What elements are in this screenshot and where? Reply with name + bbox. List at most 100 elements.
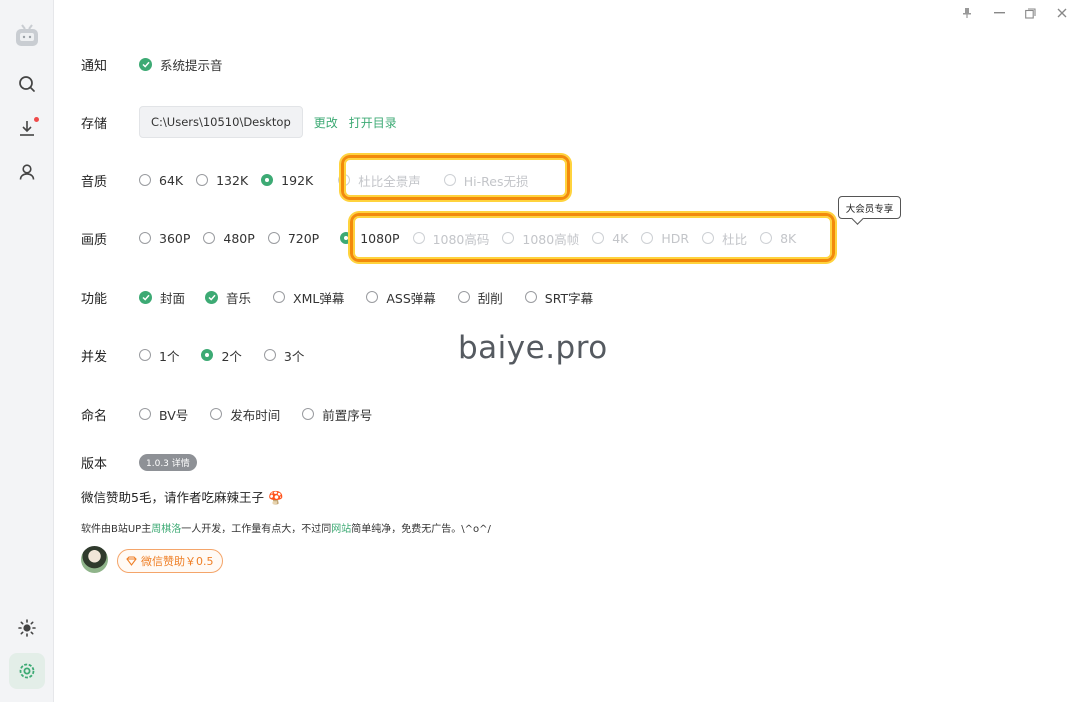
- video-highlight-box: [350, 213, 835, 262]
- storage-row: 存储 C:\Users\10510\Desktop 更改 打开目录: [81, 106, 1060, 138]
- audio-label: 音质: [81, 174, 108, 190]
- radio-icon: [263, 349, 276, 361]
- concurrency-option-2[interactable]: 2个: [201, 346, 242, 365]
- note-text: 一人开发，工作量有点大，不过同: [181, 524, 332, 535]
- author-link[interactable]: 周棋洛: [151, 524, 181, 535]
- download-icon[interactable]: [9, 110, 45, 146]
- option-label: 192K: [281, 172, 314, 188]
- radio-icon: [139, 408, 151, 420]
- app-logo-icon: [9, 18, 45, 54]
- radio-icon: [139, 349, 151, 361]
- concurrency-option-1[interactable]: 1个: [139, 346, 179, 365]
- features-label: 功能: [81, 291, 108, 307]
- system-sound-label: 系统提示音: [160, 57, 223, 73]
- radio-icon: [196, 174, 209, 186]
- naming-option-bv[interactable]: BV号: [139, 405, 188, 424]
- unchecked-icon: [457, 291, 470, 303]
- check-icon: [139, 57, 152, 71]
- feature-music-checkbox[interactable]: 音乐: [205, 288, 251, 307]
- feature-srt-subtitle-checkbox[interactable]: SRT字幕: [524, 288, 594, 307]
- version-label: 版本: [81, 456, 108, 472]
- radio-icon: [267, 232, 280, 244]
- system-sound-checkbox[interactable]: 系统提示音: [139, 55, 223, 74]
- notify-label: 通知: [81, 58, 108, 74]
- user-icon[interactable]: [9, 154, 45, 190]
- sponsor-title: 微信赞助5毛，请作者吃麻辣王子 🍄: [81, 487, 284, 506]
- video-label: 画质: [81, 232, 108, 248]
- option-label: 2个: [221, 348, 242, 364]
- note-text: 软件由B站UP主: [81, 524, 152, 535]
- option-label: ASS弹幕: [386, 290, 436, 306]
- radio-icon: [210, 408, 223, 420]
- option-label: 前置序号: [322, 407, 373, 423]
- pin-icon[interactable]: [957, 4, 977, 22]
- site-link[interactable]: 网站: [331, 524, 351, 535]
- option-label: 480P: [223, 230, 255, 246]
- option-label: 132K: [216, 172, 249, 188]
- author-avatar: [81, 546, 108, 573]
- option-label: 64K: [159, 172, 184, 188]
- radio-selected-icon: [201, 349, 214, 361]
- feature-ass-danmaku-checkbox[interactable]: ASS弹幕: [366, 288, 436, 307]
- option-label: 720P: [287, 230, 320, 246]
- check-icon: [139, 290, 152, 304]
- wechat-sponsor-button[interactable]: 微信赞助￥0.5: [117, 549, 223, 573]
- watermark-text: baiye.pro: [458, 330, 608, 366]
- video-option-720p[interactable]: 720P: [267, 230, 320, 246]
- version-badge[interactable]: 1.0.3 详情: [139, 453, 197, 471]
- storage-path-field[interactable]: C:\Users\10510\Desktop: [139, 106, 303, 138]
- option-label: 3个: [283, 348, 305, 364]
- sponsor-note: 软件由B站UP主周棋洛一人开发，工作量有点大，不过同网站简单纯净，免费无广告。\…: [81, 520, 491, 535]
- open-dir-link[interactable]: 打开目录: [349, 114, 397, 131]
- radio-icon: [203, 232, 216, 244]
- naming-row: 命名 BV号 发布时间 前置序号: [81, 402, 1060, 426]
- notification-dot: [34, 117, 39, 122]
- unchecked-icon: [524, 291, 537, 303]
- naming-option-prefix-index[interactable]: 前置序号: [302, 405, 372, 424]
- minimize-icon[interactable]: [989, 4, 1009, 22]
- video-option-480p[interactable]: 480P: [203, 230, 255, 246]
- change-path-link[interactable]: 更改: [314, 114, 338, 131]
- note-text: 简单纯净，免费无广告。\^o^/: [351, 524, 491, 535]
- sponsor-title-text: 微信赞助5毛，请作者吃麻辣王子: [81, 490, 264, 505]
- option-label: 封面: [160, 290, 186, 306]
- vip-tooltip: 大会员专享: [838, 196, 901, 219]
- audio-option-132k[interactable]: 132K: [196, 173, 248, 188]
- option-label: 刮削: [477, 290, 503, 306]
- option-label: 1个: [159, 348, 180, 364]
- sponsor-button-label: 微信赞助￥0.5: [141, 555, 214, 568]
- unchecked-icon: [273, 291, 286, 303]
- notify-row: 通知 系统提示音: [81, 52, 1060, 76]
- audio-option-192k[interactable]: 192K: [261, 173, 313, 188]
- search-icon[interactable]: [9, 66, 45, 102]
- naming-option-publish-time[interactable]: 发布时间: [210, 405, 280, 424]
- audio-option-64k[interactable]: 64K: [139, 173, 183, 188]
- option-label: BV号: [159, 407, 189, 423]
- features-row: 功能 封面 音乐 XML弹幕 ASS弹幕 刮削 SRT字幕: [81, 285, 1060, 309]
- storage-label: 存储: [81, 116, 108, 132]
- mushroom-icon: 🍄: [267, 490, 284, 505]
- audio-row: 音质 64K 132K 192K 杜比全景声 Hi-Res无损: [81, 168, 1060, 192]
- restore-icon[interactable]: [1020, 4, 1040, 22]
- radio-icon: [302, 408, 315, 420]
- video-option-360p[interactable]: 360P: [139, 231, 190, 246]
- option-label: XML弹幕: [293, 290, 345, 306]
- option-label: 360P: [159, 230, 191, 246]
- audio-highlight-box: [341, 155, 570, 200]
- diamond-icon: [126, 556, 137, 566]
- option-label: 音乐: [226, 290, 252, 306]
- concurrency-option-3[interactable]: 3个: [263, 346, 305, 365]
- option-label: SRT字幕: [544, 290, 594, 306]
- radio-selected-icon: [261, 174, 274, 186]
- naming-label: 命名: [81, 408, 108, 424]
- version-row: 版本 1.0.3 详情: [81, 450, 1060, 474]
- settings-icon[interactable]: [9, 653, 45, 689]
- radio-icon: [139, 232, 151, 244]
- theme-icon[interactable]: [9, 610, 45, 646]
- unchecked-icon: [366, 291, 379, 303]
- close-icon[interactable]: [1052, 4, 1072, 22]
- feature-scrape-checkbox[interactable]: 刮削: [457, 288, 503, 307]
- check-icon: [205, 290, 219, 304]
- feature-cover-checkbox[interactable]: 封面: [139, 288, 185, 307]
- feature-xml-danmaku-checkbox[interactable]: XML弹幕: [273, 288, 344, 307]
